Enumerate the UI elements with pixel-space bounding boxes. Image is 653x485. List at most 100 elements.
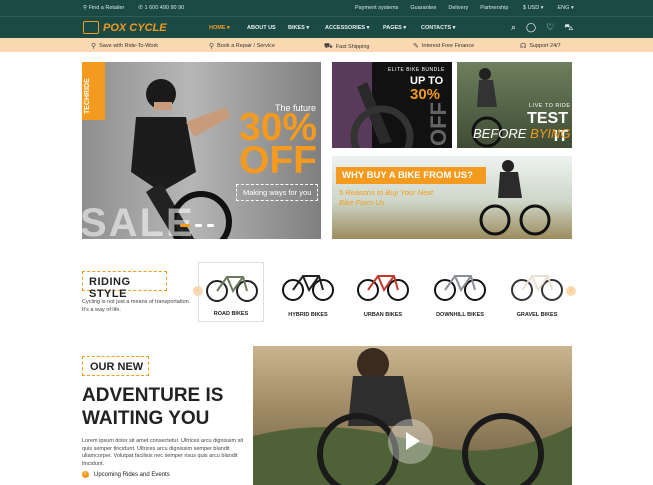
mountain-biker-photo — [253, 348, 572, 485]
techride-label: TECHRIDE — [84, 78, 91, 114]
bike-category-road[interactable]: ROAD BIKES — [198, 262, 264, 322]
adventure-heading-line2: WAITING YOU — [82, 408, 210, 429]
hero-banner[interactable]: TECHRIDE The future 30% OFF Making ways f… — [82, 62, 321, 239]
road-bike-icon — [206, 276, 258, 302]
bundle-tile[interactable]: ELITE BIKE BUNDLE UP TO 30% OFF — [332, 62, 452, 148]
why-buy-tile[interactable]: WHY BUY A BIKE FROM US? 5 Reasons to Buy… — [332, 156, 572, 239]
nav-about-label: ABOUT US — [247, 25, 276, 31]
slider-dot-3[interactable] — [207, 224, 214, 227]
payment-link[interactable]: Payment systems — [355, 5, 398, 11]
downhill-bike-icon — [434, 275, 486, 301]
promo-finance: ✎ Interest Free Finance — [413, 42, 474, 50]
nav-bikes-label: BIKES — [288, 25, 305, 31]
bundle-off: OFF — [426, 102, 451, 146]
promo-label: Save with Ride-To-Work — [99, 43, 159, 49]
promo-label: Fast Shipping — [335, 43, 370, 50]
slider-dot-1[interactable] — [180, 224, 190, 227]
heart-icon[interactable]: ♡ — [546, 22, 554, 34]
promo-label: Interest Free Finance — [421, 43, 475, 49]
bike-categories: ROAD BIKES HYBRID BIKES URBAN BIKES DOWN… — [198, 262, 572, 322]
gravel-bike-icon — [511, 275, 563, 301]
adventure-description: Lorem ipsum dolor sit amet consectetur. … — [82, 438, 244, 467]
our-new-badge: OUR NEW — [82, 356, 149, 376]
logo-text: POX CYCLE — [103, 21, 167, 34]
bundle-percent: 30% — [410, 86, 441, 103]
bundle-header: ELITE BIKE BUNDLE — [388, 67, 445, 73]
urban-bike-icon — [357, 275, 409, 301]
nav-home[interactable]: HOME ▾ — [209, 25, 247, 31]
bike-icon: ⚲ — [91, 43, 97, 50]
bike-category-label: URBAN BIKES — [363, 312, 403, 318]
tag-icon: ✎ — [413, 43, 419, 50]
hero-slider-dots — [180, 224, 214, 227]
hero-discount: 30% OFF — [230, 108, 317, 182]
logo[interactable]: POX CYCLE — [83, 21, 167, 34]
riding-style-title: RIDING STYLE — [82, 271, 167, 300]
partnership-link[interactable]: Partnership — [480, 5, 508, 11]
nav-bikes[interactable]: BIKES ▾ — [288, 25, 325, 31]
fox-logo-icon — [83, 21, 99, 34]
bike-category-gravel[interactable]: GRAVEL BIKES — [504, 262, 570, 322]
buying-word: BYING — [530, 126, 571, 141]
nav-contacts[interactable]: CONTACTS ▾ — [421, 25, 469, 31]
checklist-item: ✓ Upcoming Rides and Events — [82, 471, 170, 478]
search-icon[interactable]: ⌕ — [511, 22, 516, 34]
main-nav: POX CYCLE HOME ▾ ABOUT US BIKES ▾ ACCESS… — [0, 16, 653, 38]
cart-icon[interactable]: ⛍ — [564, 22, 573, 34]
truck-icon: ⛟ — [324, 43, 333, 50]
nav-accessories[interactable]: ACCESSORIES ▾ — [325, 25, 383, 31]
before-word: BEFORE — [473, 126, 527, 141]
nav-contacts-label: CONTACTS — [421, 25, 452, 31]
play-icon[interactable] — [388, 419, 433, 464]
test-it-tile[interactable]: LIVE TO RIDE TEST IT BEFORE BYING — [457, 62, 572, 148]
promo-ride-to-work: ⚲ Save with Ride-To-Work — [91, 42, 158, 50]
video-block[interactable] — [253, 346, 572, 485]
promo-label: Support 24/7 — [529, 43, 561, 49]
promo-support: ☊ Support 24/7 — [520, 42, 561, 50]
phone-label: 1 600 490 90 90 — [144, 5, 185, 11]
techride-tag: TECHRIDE — [82, 62, 105, 120]
user-icon[interactable]: ◯ — [526, 22, 536, 34]
language-label: ENG — [557, 5, 570, 11]
bike-category-urban[interactable]: URBAN BIKES — [350, 262, 416, 322]
why-buy-heading: WHY BUY A BIKE FROM US? — [336, 167, 486, 184]
adventure-heading: ADVENTURE IS WAITING YOU — [82, 384, 223, 430]
nav-accessories-label: ACCESSORIES — [325, 25, 366, 31]
promo-repair: ⚲ Book a Repair / Service — [209, 42, 275, 50]
check-icon: ✓ — [82, 471, 89, 478]
bike-category-hybrid[interactable]: HYBRID BIKES — [275, 262, 341, 322]
bike-category-label: HYBRID BIKES — [288, 312, 328, 318]
hero-ways-button[interactable]: Making ways for you — [236, 184, 318, 201]
nav-pages[interactable]: PAGES ▾ — [383, 25, 421, 31]
adventure-heading-line1: ADVENTURE IS — [82, 385, 224, 406]
why-buy-subtitle: 5 Reasons to Buy Your Next Bike Form Us — [339, 188, 434, 207]
live-to-ride-text: LIVE TO RIDE — [529, 103, 571, 109]
nav-pages-label: PAGES — [383, 25, 402, 31]
currency-select[interactable]: $ USD ▾ — [523, 5, 544, 11]
find-retailer-link[interactable]: ⚲ Find a Retailer — [83, 5, 124, 11]
language-select[interactable]: ENG ▾ — [558, 5, 574, 11]
headset-icon: ☊ — [520, 43, 527, 50]
promo-strip: ⚲ Save with Ride-To-Work ⚲ Book a Repair /… — [0, 38, 653, 52]
hybrid-bike-icon — [282, 275, 334, 301]
slider-dot-2[interactable] — [195, 224, 202, 227]
phone-link[interactable]: ✆ 1 600 490 90 90 — [138, 5, 184, 11]
hero-discount-off: OFF — [239, 139, 317, 182]
bike-category-label: ROAD BIKES — [213, 311, 249, 317]
currency-label: $ USD — [523, 5, 540, 11]
bike-category-label: GRAVEL BIKES — [516, 312, 558, 318]
top-bar: ⚲ Find a Retailer ✆ 1 600 490 90 90 Paym… — [0, 0, 653, 16]
find-retailer-label: Find a Retailer — [88, 5, 125, 11]
promo-shipping: ⛟ Fast Shipping — [324, 42, 369, 51]
guarantee-link[interactable]: Guarantee — [410, 5, 436, 11]
hero-sale-watermark: SALE — [82, 201, 195, 239]
delivery-link[interactable]: Delivery — [448, 5, 468, 11]
bike-category-downhill[interactable]: DOWNHILL BIKES — [427, 262, 493, 322]
nav-about[interactable]: ABOUT US — [247, 25, 288, 31]
nav-home-label: HOME — [209, 25, 226, 31]
before-buying-text: BEFORE BYING — [473, 126, 571, 141]
promo-label: Book a Repair / Service — [217, 43, 275, 49]
checklist-label: Upcoming Rides and Events — [94, 471, 170, 478]
riding-style-text: Cycling is not just a means of transport… — [82, 299, 191, 313]
bike-category-label: DOWNHILL BIKES — [436, 312, 484, 318]
